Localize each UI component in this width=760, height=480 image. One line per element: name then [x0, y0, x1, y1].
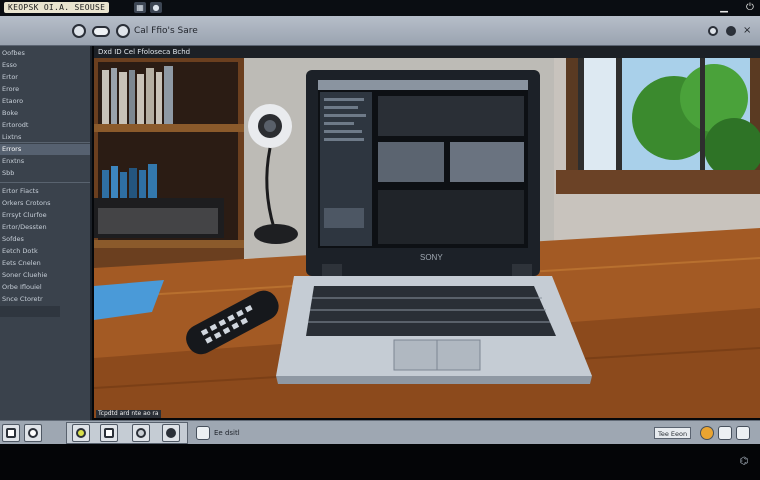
record-icon[interactable]: [24, 424, 42, 442]
record-button-icon[interactable]: [116, 24, 130, 38]
viewer-header: Dxd ID Cel Ffoloseca Bchd: [94, 46, 760, 58]
sidebar-item[interactable]: Orkers Crotons: [0, 198, 90, 209]
sidebar-empty-slot: [0, 306, 60, 317]
swirl-icon[interactable]: [132, 424, 150, 442]
sidebar-item[interactable]: Orbe Iflouiel: [0, 282, 90, 293]
sidebar-item[interactable]: Esso: [0, 60, 90, 71]
image-caption: Tcpdtd ard nte ao ra: [96, 410, 161, 418]
sidebar-item[interactable]: Sofdes: [0, 234, 90, 245]
disc-icon[interactable]: [162, 424, 180, 442]
desk-scene-image: SONY: [94, 58, 760, 418]
monitor-icon[interactable]: [100, 424, 118, 442]
warning-icon[interactable]: [700, 426, 714, 440]
sidebar-item[interactable]: Ertor: [0, 72, 90, 83]
title-bar: KEOPSK OI.A. SEOUSE ▦ ● ▁ ⏻: [0, 0, 760, 16]
gear-icon[interactable]: [718, 426, 732, 440]
viewer-caption: Dxd ID Cel Ffoloseca Bchd: [98, 48, 191, 56]
toggle-icon[interactable]: [92, 26, 110, 37]
sidebar-item[interactable]: Oofbes: [0, 48, 90, 59]
sidebar: Oofbes Esso Ertor Erore Etaoro Boke Erto…: [0, 46, 92, 420]
image-viewer[interactable]: SONY: [94, 58, 760, 418]
toolbar: Cal Ffio's Sare ×: [0, 16, 760, 46]
grid-icon[interactable]: ▦: [134, 2, 146, 13]
sidebar-item[interactable]: Eetch Dotk: [0, 246, 90, 257]
sidebar-item[interactable]: Ertor Fiacts: [0, 186, 90, 197]
record-small-icon[interactable]: [726, 26, 736, 36]
document-icon[interactable]: [196, 426, 210, 440]
settings-icon[interactable]: [708, 26, 718, 36]
sidebar-divider: [0, 182, 90, 183]
sidebar-item[interactable]: Boke: [0, 108, 90, 119]
sidebar-item[interactable]: Snce Ctoretr: [0, 294, 90, 305]
back-icon[interactable]: [72, 24, 86, 38]
sidebar-divider: [0, 142, 90, 143]
sidebar-item[interactable]: Errsyt Clurfoe: [0, 210, 90, 221]
sidebar-item[interactable]: Erore: [0, 84, 90, 95]
sidebar-item[interactable]: Etaoro: [0, 96, 90, 107]
sidebar-item[interactable]: Eets Cnelen: [0, 258, 90, 269]
toolbar-label: Cal Ffio's Sare: [134, 26, 198, 36]
eye-icon[interactable]: [72, 424, 90, 442]
window-title: KEOPSK OI.A. SEOUSE: [4, 2, 110, 13]
sidebar-item[interactable]: Ertor/Dessten: [0, 222, 90, 233]
sidebar-item[interactable]: Ertorodt: [0, 120, 90, 131]
minimize-icon[interactable]: ▁: [718, 1, 730, 14]
power-icon[interactable]: ⏻: [744, 1, 756, 14]
logo-icon: ⌬: [739, 456, 749, 467]
sidebar-item[interactable]: Soner Cluehie: [0, 270, 90, 281]
status-text: Ee dsitl: [214, 429, 240, 437]
sidebar-item[interactable]: Sbb: [0, 168, 90, 179]
close-icon[interactable]: ×: [743, 25, 751, 37]
status-badge[interactable]: Tee Eeon: [654, 427, 692, 439]
record-icon[interactable]: ●: [150, 2, 162, 13]
sidebar-item-selected[interactable]: Errors: [0, 144, 90, 155]
share-icon[interactable]: [736, 426, 750, 440]
info-icon[interactable]: [2, 424, 20, 442]
desktop-background: [0, 444, 760, 480]
status-bar: Ee dsitl Tee Eeon: [0, 420, 760, 444]
svg-text:SONY: SONY: [420, 253, 443, 262]
sidebar-item[interactable]: Enxtns: [0, 156, 90, 167]
